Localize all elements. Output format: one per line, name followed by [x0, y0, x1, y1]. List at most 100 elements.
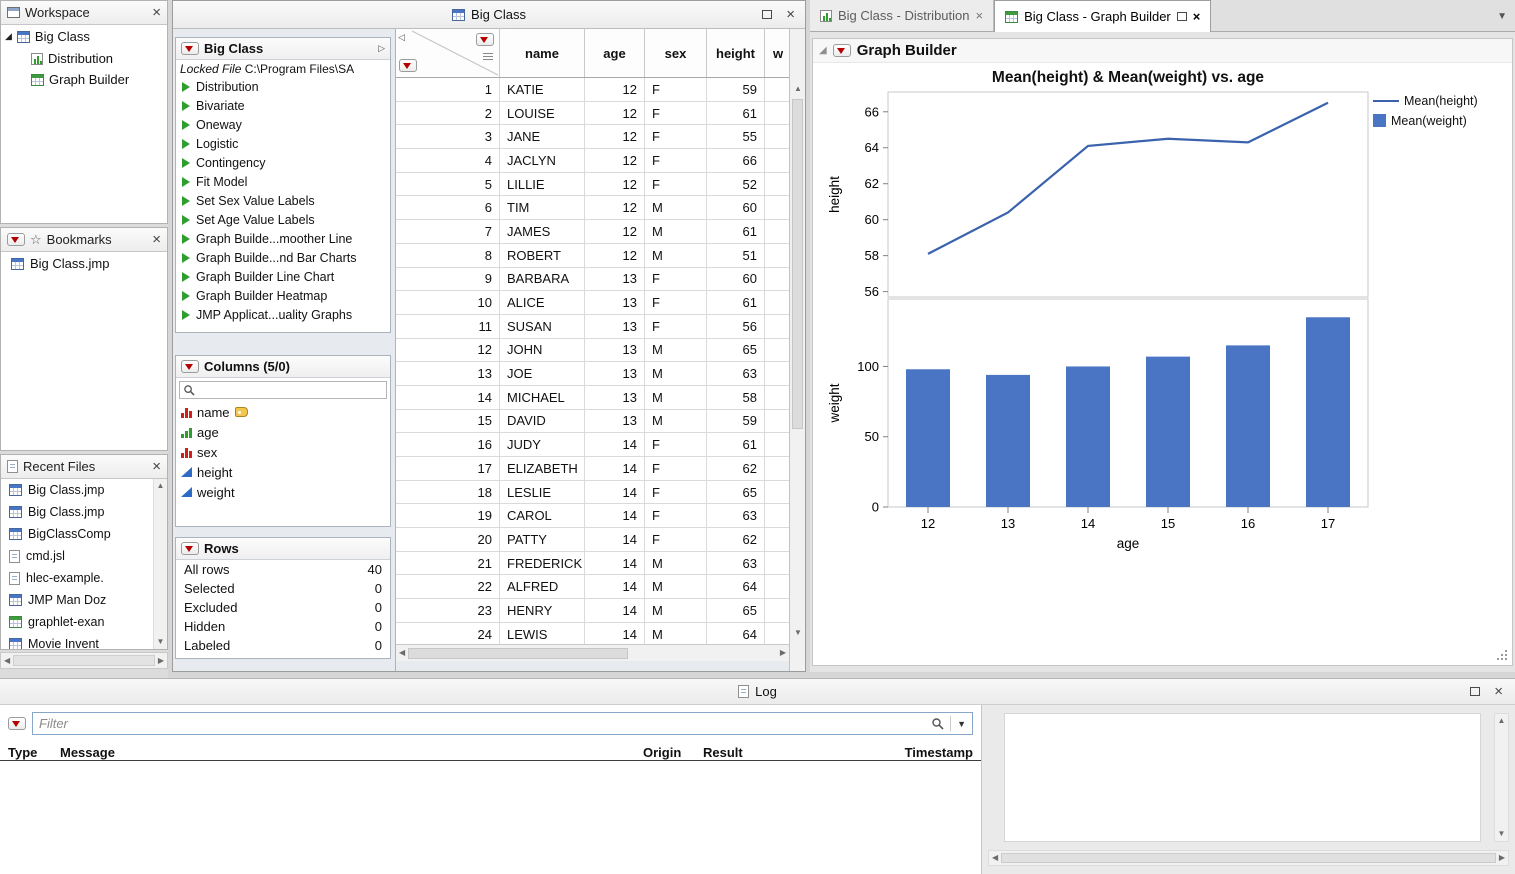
tab-restore-icon[interactable] — [1177, 12, 1187, 21]
scrollbar-thumb[interactable] — [792, 99, 803, 429]
table-script-item[interactable]: Set Age Value Labels — [176, 210, 390, 229]
table-row[interactable]: 10ALICE13F61 — [396, 291, 789, 315]
graph-builder-header[interactable]: ◢ Graph Builder — [813, 39, 1512, 63]
log-filter-box[interactable]: ▼ — [32, 712, 973, 735]
table-row[interactable]: 3JANE12F55 — [396, 125, 789, 149]
column-header-w[interactable]: w — [765, 29, 792, 77]
recent-file-item[interactable]: JMP Man Doz — [1, 589, 153, 611]
log-menu-icon[interactable] — [8, 717, 26, 730]
maximize-icon[interactable] — [762, 10, 772, 19]
scroll-down-icon[interactable]: ▼ — [1498, 830, 1506, 838]
table-script-item[interactable]: Graph Builde...nd Bar Charts — [176, 248, 390, 267]
data-table-titlebar[interactable]: Big Class × — [173, 1, 805, 29]
tab-distribution[interactable]: Big Class - Distribution × — [810, 0, 994, 31]
log-titlebar[interactable]: Log × — [0, 679, 1515, 705]
recent-file-item[interactable]: Movie Invent — [1, 633, 153, 649]
sidebar-horizontal-scrollbar[interactable]: ◀ ▶ — [0, 652, 168, 669]
tab-graph-builder[interactable]: Big Class - Graph Builder × — [994, 0, 1211, 32]
table-row[interactable]: 6TIM12M60 — [396, 196, 789, 220]
scroll-left-icon[interactable]: ◀ — [4, 657, 10, 665]
column-item[interactable]: weight — [176, 482, 390, 502]
recent-file-item[interactable]: Big Class.jmp — [1, 479, 153, 501]
recent-files-scrollbar[interactable]: ▲ ▼ — [153, 479, 167, 649]
table-row[interactable]: 13JOE13M63 — [396, 362, 789, 386]
table-script-item[interactable]: Set Sex Value Labels — [176, 191, 390, 210]
column-list-icon[interactable] — [483, 53, 493, 60]
column-header-sex[interactable]: sex — [645, 29, 707, 77]
scrollbar-thumb[interactable] — [13, 655, 155, 666]
log-horizontal-scrollbar[interactable]: ◀ ▶ — [988, 850, 1509, 866]
grid-horizontal-scrollbar[interactable]: ◀ ▶ — [396, 644, 789, 661]
table-menu-icon[interactable] — [181, 42, 199, 55]
scroll-right-icon[interactable]: ▶ — [158, 657, 164, 665]
table-script-item[interactable]: Distribution — [176, 77, 390, 96]
scroll-left-icon[interactable]: ◀ — [992, 854, 998, 862]
table-row[interactable]: 20PATTY14F62 — [396, 528, 789, 552]
table-row[interactable]: 12JOHN13M65 — [396, 339, 789, 363]
rows-menu-icon[interactable] — [181, 542, 199, 555]
tree-expand-icon[interactable]: ◢ — [5, 31, 12, 42]
column-item[interactable]: height — [176, 462, 390, 482]
workspace-tree-item[interactable]: Distribution — [1, 48, 167, 69]
column-item[interactable]: name — [176, 402, 390, 422]
columns-header-menu-icon[interactable] — [476, 33, 494, 46]
column-header-age[interactable]: age — [585, 29, 645, 77]
table-row[interactable]: 18LESLIE14F65 — [396, 481, 789, 505]
close-icon[interactable]: × — [1494, 684, 1503, 699]
scroll-right-icon[interactable]: ▶ — [1499, 854, 1505, 862]
table-row[interactable]: 23HENRY14M65 — [396, 599, 789, 623]
grid-corner-cell[interactable]: ◁ — [396, 29, 500, 77]
scrollbar-thumb[interactable] — [408, 648, 628, 659]
table-row[interactable]: 19CAROL14F63 — [396, 504, 789, 528]
collapse-panel-icon[interactable]: ◁ — [398, 32, 405, 43]
table-script-item[interactable]: Graph Builder Heatmap — [176, 286, 390, 305]
log-column-message[interactable]: Message — [60, 745, 643, 760]
scrollbar-thumb[interactable] — [1001, 853, 1496, 863]
scroll-up-icon[interactable]: ▲ — [157, 482, 165, 490]
columns-menu-icon[interactable] — [181, 360, 199, 373]
tab-close-icon[interactable]: × — [976, 9, 984, 22]
table-row[interactable]: 2LOUISE12F61 — [396, 102, 789, 126]
workspace-close-icon[interactable]: × — [152, 5, 161, 20]
table-row[interactable]: 11SUSAN13F56 — [396, 315, 789, 339]
workspace-tree-item[interactable]: Graph Builder — [1, 69, 167, 90]
scroll-left-icon[interactable]: ◀ — [399, 649, 405, 657]
table-row[interactable]: 4JACLYN12F66 — [396, 149, 789, 173]
tab-list-dropdown-icon[interactable]: ▼ — [1497, 11, 1507, 22]
log-column-result[interactable]: Result — [703, 745, 765, 760]
filter-dropdown-icon[interactable]: ▼ — [957, 719, 966, 729]
scroll-down-icon[interactable]: ▼ — [794, 629, 802, 637]
recent-file-item[interactable]: BigClassComp — [1, 523, 153, 545]
table-row[interactable]: 22ALFRED14M64 — [396, 575, 789, 599]
close-icon[interactable]: × — [786, 7, 795, 22]
column-item[interactable]: sex — [176, 442, 390, 462]
graph-builder-menu-icon[interactable] — [833, 44, 851, 57]
bookmarks-close-icon[interactable]: × — [152, 232, 161, 247]
table-row[interactable]: 1KATIE12F59 — [396, 78, 789, 102]
table-row[interactable]: 17ELIZABETH14F62 — [396, 457, 789, 481]
table-script-item[interactable]: Contingency — [176, 153, 390, 172]
table-row[interactable]: 15DAVID13M59 — [396, 410, 789, 434]
rows-header-menu-icon[interactable] — [399, 59, 417, 72]
log-filter-input[interactable] — [39, 716, 925, 731]
column-header-height[interactable]: height — [707, 29, 765, 77]
log-column-timestamp[interactable]: Timestamp — [765, 745, 973, 760]
table-row[interactable]: 21FREDERICK14M63 — [396, 552, 789, 576]
recent-file-item[interactable]: graphlet-exan — [1, 611, 153, 633]
recent-file-item[interactable]: cmd.jsl — [1, 545, 153, 567]
log-text-box[interactable] — [1004, 713, 1481, 842]
table-row[interactable]: 24LEWIS14M64 — [396, 623, 789, 644]
collapse-outline-icon[interactable]: ◢ — [819, 45, 827, 56]
graph-builder-chart[interactable]: 565860626466height050100weight1213141516… — [813, 87, 1515, 557]
scroll-down-icon[interactable]: ▼ — [157, 638, 165, 646]
bookmarks-menu-icon[interactable] — [7, 233, 25, 246]
recent-files-close-icon[interactable]: × — [152, 459, 161, 474]
panel-expand-icon[interactable]: ▷ — [378, 43, 385, 54]
recent-file-item[interactable]: hlec-example. — [1, 567, 153, 589]
scroll-up-icon[interactable]: ▲ — [794, 85, 802, 93]
columns-search-box[interactable] — [179, 381, 387, 399]
table-script-item[interactable]: Graph Builde...moother Line — [176, 229, 390, 248]
table-script-item[interactable]: JMP Applicat...uality Graphs — [176, 305, 390, 324]
scroll-right-icon[interactable]: ▶ — [780, 649, 786, 657]
table-script-item[interactable]: Oneway — [176, 115, 390, 134]
